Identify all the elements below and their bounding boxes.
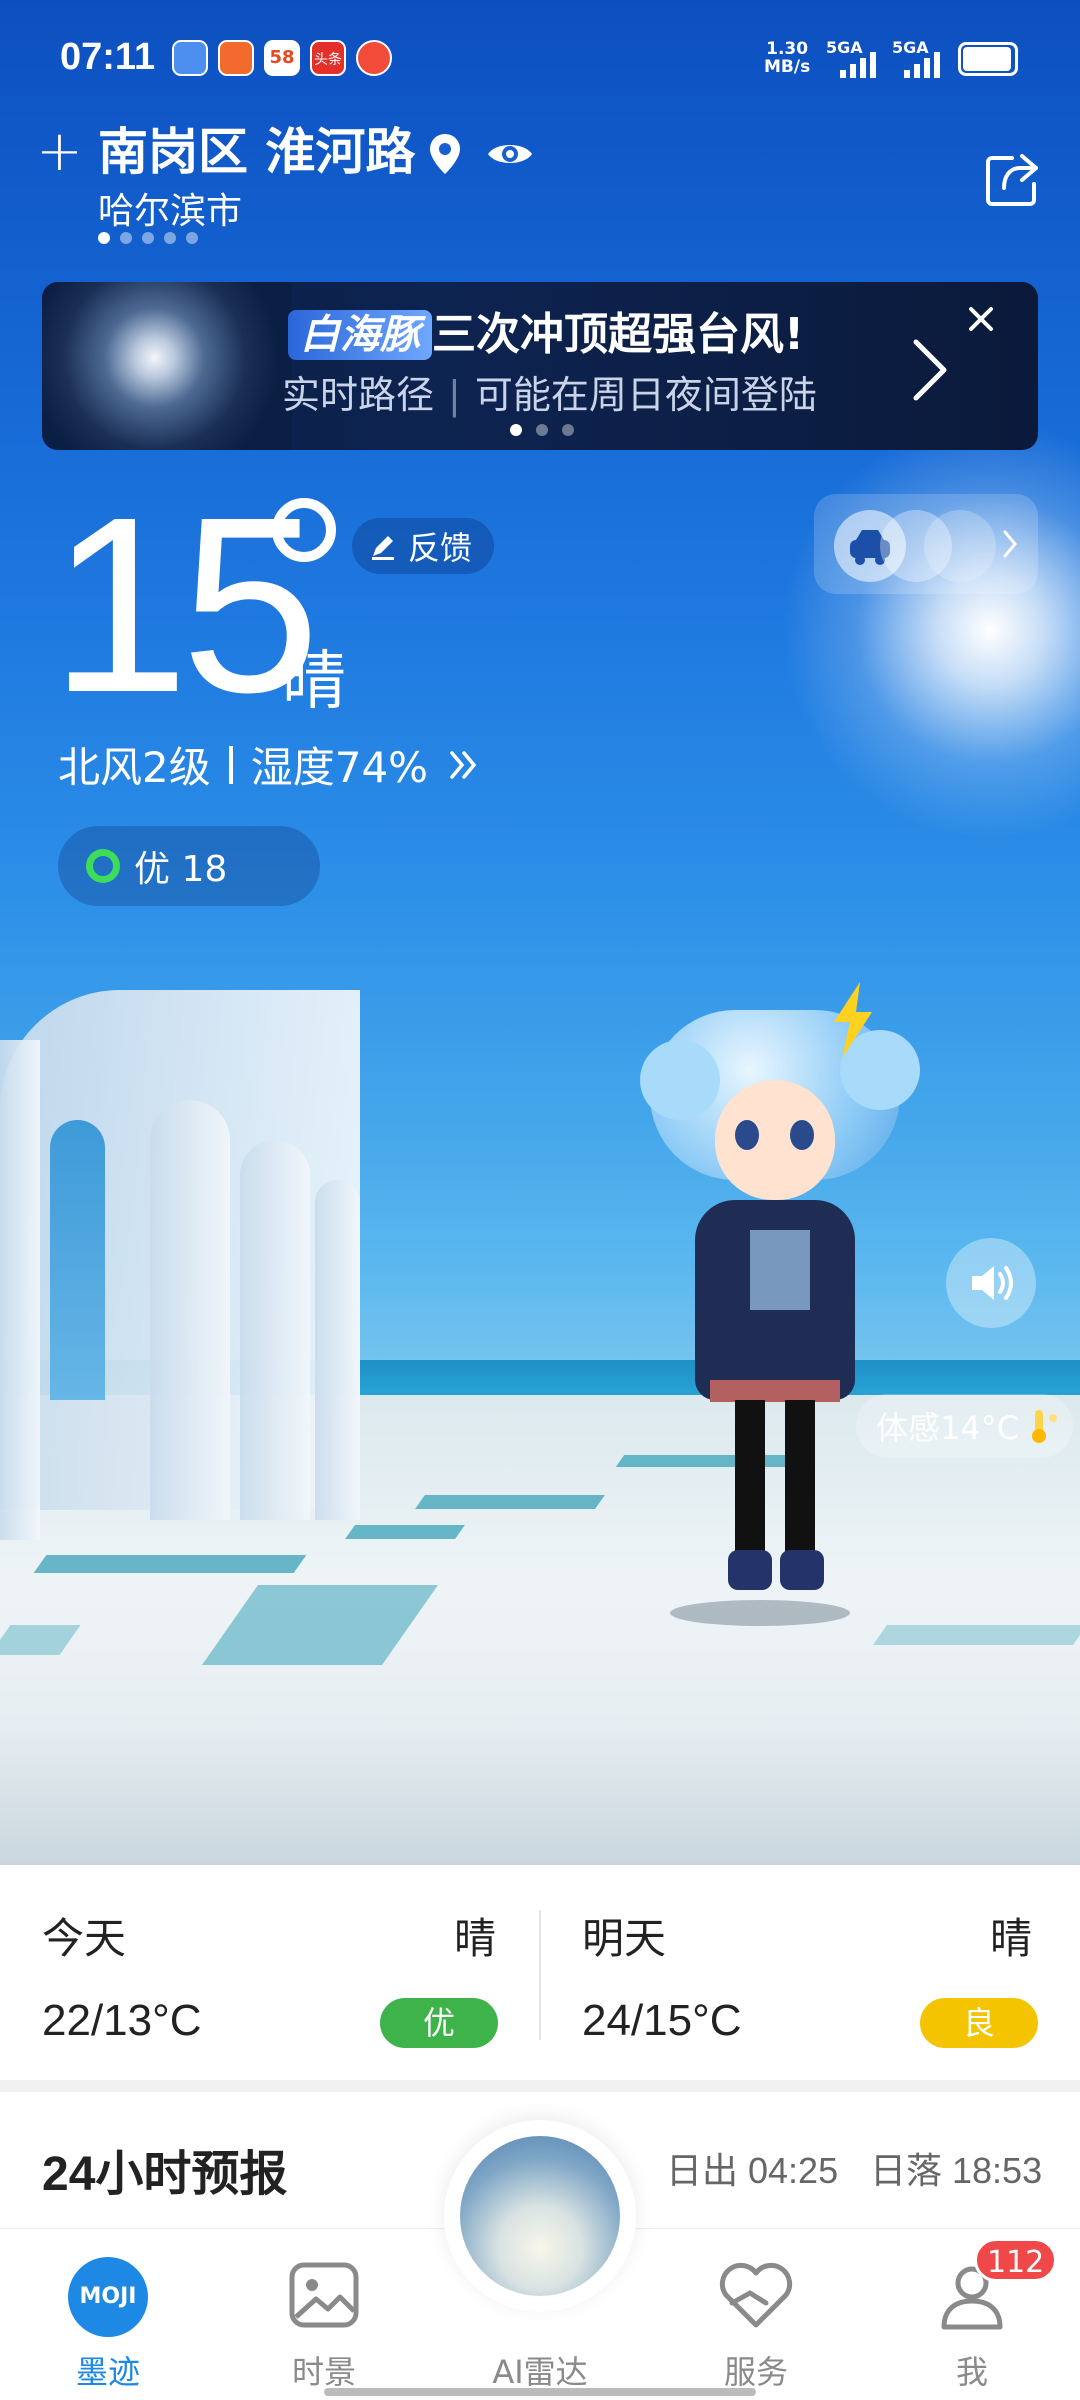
today-condition: 晴: [454, 1915, 497, 1962]
tab-moji[interactable]: MOJI 墨迹: [0, 2229, 216, 2400]
tab-services-label: 服务: [723, 2353, 788, 2391]
lightning-icon: [834, 982, 872, 1058]
network-speed: 1.30 MB/s: [764, 39, 811, 77]
tomorrow-condition: 晴: [990, 1915, 1033, 1962]
current-temperature: 15: [50, 465, 320, 744]
weather-hero-background: [0, 0, 1080, 1865]
today-label: 今天: [42, 1915, 127, 1962]
banner-arrow-icon: [913, 339, 947, 401]
banner-sub-right: 可能在周日夜间登陆: [474, 373, 817, 417]
home-indicator: [324, 2388, 756, 2396]
today-aqi-badge: 优: [380, 1998, 498, 2048]
tab-scenery[interactable]: 时景: [216, 2229, 432, 2400]
photo-icon: [289, 2262, 359, 2328]
app-icon-mascot: [356, 40, 392, 76]
sunset-time: 日落 18:53: [870, 2150, 1043, 2191]
degree-mark: [272, 498, 336, 562]
app-icon-red: [218, 40, 254, 76]
notification-badge: 112: [974, 2238, 1058, 2282]
feels-like-chip[interactable]: 体感14°C: [856, 1394, 1074, 1458]
ai-radar-icon: [460, 2136, 620, 2296]
voice-broadcast-button[interactable]: [946, 1238, 1036, 1328]
ai-radar-button[interactable]: [444, 2120, 636, 2312]
aqi-ring-icon: [86, 849, 120, 883]
city-page-dots: [98, 232, 198, 244]
heart-hand-icon: [719, 2262, 793, 2328]
signal-icon-sim2: [904, 52, 940, 78]
speaker-icon: [972, 1266, 1013, 1300]
share-icon[interactable]: [982, 150, 1042, 210]
banner-brand: 白海豚: [288, 310, 432, 360]
divider: [228, 745, 233, 784]
toutiao-icon: 头条: [310, 40, 346, 76]
widget-chevron-icon: [1003, 530, 1017, 558]
add-city-icon[interactable]: +: [36, 124, 83, 180]
tab-ai-radar-label: AI雷达: [492, 2353, 588, 2391]
weather-avatar-character[interactable]: [640, 980, 920, 1626]
aqi-label: 优 18: [134, 849, 228, 890]
forecast-divider: [539, 1910, 541, 2040]
section-separator: [0, 2080, 1080, 2092]
tomorrow-aqi-badge: 良: [920, 1998, 1038, 2048]
sun-glow: [780, 420, 1080, 840]
city-name: 哈尔滨市: [98, 191, 243, 232]
signal-icon-sim1: [840, 52, 876, 78]
tab-me-label: 我: [955, 2353, 988, 2391]
umbrella-icon: [924, 510, 996, 582]
banner-headline: 三次冲顶超强台风!: [432, 309, 805, 360]
eye-icon[interactable]: [486, 138, 534, 170]
wind-info: 北风2级: [58, 743, 211, 792]
feels-like-label: 体感14°C: [876, 1409, 1020, 1447]
typhoon-image: [42, 282, 292, 450]
tab-scenery-label: 时景: [291, 2353, 356, 2391]
app-58-icon: 58: [264, 40, 300, 76]
thermometer-sun-icon: [1032, 1410, 1058, 1443]
banner-subtitle: 实时路径 | 可能在周日夜间登陆: [282, 370, 817, 420]
clock: 07:11: [60, 36, 156, 78]
tomorrow-label: 明天: [582, 1915, 667, 1962]
wind-humidity-row[interactable]: 北风2级 湿度74%: [58, 734, 482, 795]
pencil-icon: [372, 536, 394, 560]
today-temp-range: 22/13°C: [42, 1996, 202, 2045]
tab-services[interactable]: 服务: [648, 2229, 864, 2400]
aqi-chip[interactable]: 优 18: [58, 826, 320, 906]
traffic-restriction-widget[interactable]: [814, 494, 1038, 594]
weather-app-icon: [172, 40, 208, 76]
humidity-info: 湿度74%: [250, 743, 429, 792]
battery-icon: [958, 42, 1018, 76]
feedback-label: 反馈: [408, 529, 473, 567]
banner-sub-left: 实时路径: [282, 373, 435, 417]
moji-logo-icon: MOJI: [68, 2257, 148, 2337]
feedback-button[interactable]: 反馈: [352, 518, 495, 574]
hourly-title: 24小时预报: [42, 2148, 288, 2201]
tab-moji-label: 墨迹: [75, 2353, 140, 2391]
banner-close-icon[interactable]: [966, 304, 996, 334]
tomorrow-temp-range: 24/15°C: [582, 1996, 742, 2045]
current-condition: 晴: [282, 645, 346, 719]
location-title[interactable]: 南岗区 淮河路: [98, 122, 415, 182]
location-pin-icon: [430, 134, 460, 174]
double-chevron-icon: [450, 750, 477, 779]
typhoon-banner[interactable]: 白海豚 三次冲顶超强台风! 实时路径 | 可能在周日夜间登陆: [42, 282, 1038, 450]
banner-dots: [510, 424, 574, 436]
sunrise-time: 日出 04:25: [666, 2150, 839, 2191]
